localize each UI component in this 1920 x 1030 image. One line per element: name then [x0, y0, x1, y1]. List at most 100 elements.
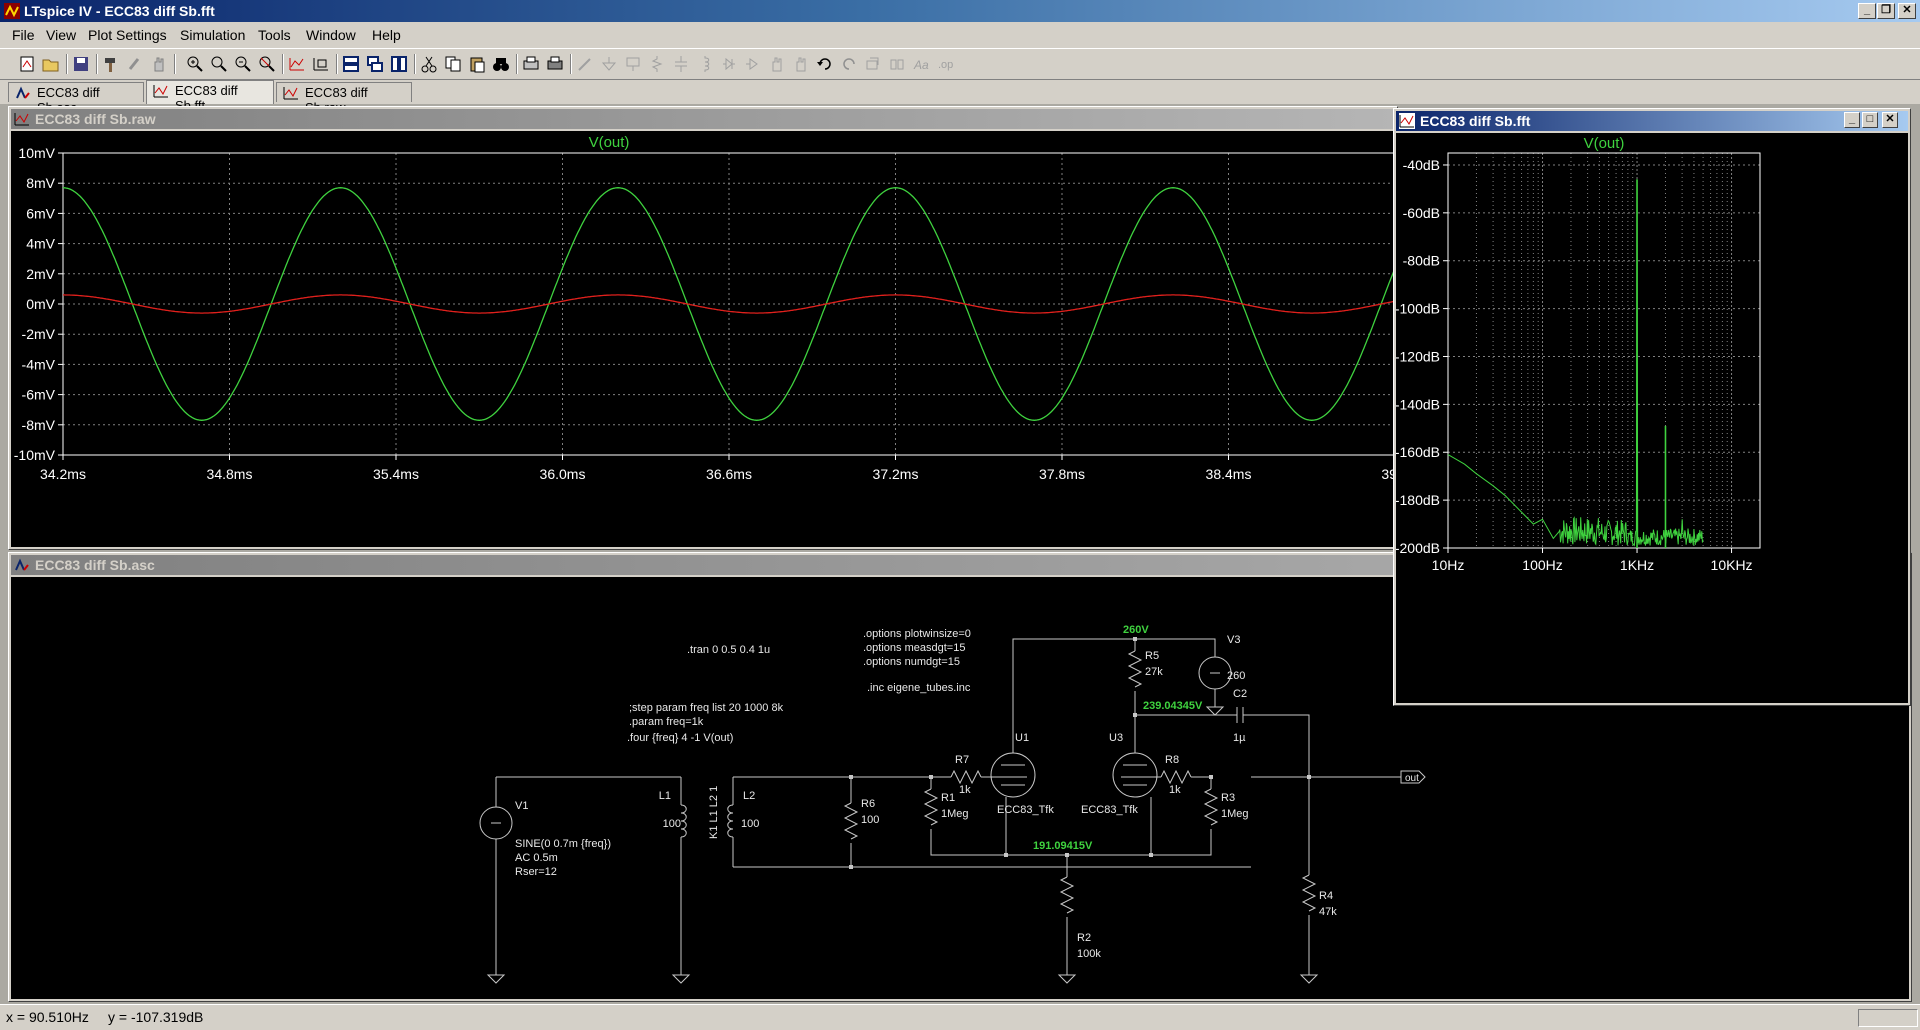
halt-hand-icon[interactable] [150, 55, 168, 73]
spice-directive-icon[interactable]: .op [936, 55, 954, 73]
menu-help[interactable]: Help [372, 27, 401, 43]
directive-options-numdgt[interactable]: .options numdgt=15 [863, 656, 960, 668]
tab-asc[interactable]: ECC83 diff Sb.asc [8, 82, 144, 115]
net-voltage-plate[interactable]: 239.04345V [1143, 700, 1203, 712]
menu-file[interactable]: File [12, 27, 35, 43]
capacitor-icon[interactable] [672, 55, 690, 73]
menu-tools[interactable]: Tools [258, 27, 291, 43]
r4-name[interactable]: R4 [1319, 890, 1333, 902]
r4-value[interactable]: 47k [1319, 906, 1337, 918]
ground-icon[interactable] [600, 55, 618, 73]
r6-value[interactable]: 100 [861, 814, 879, 826]
tab-fft[interactable]: ECC83 diff Sb.fft [146, 80, 274, 113]
fft-plot-pane[interactable]: -40dB -60dB -80dB -100dB -120dB -140dB -160dB -… [1395, 133, 1908, 703]
copy-icon[interactable] [444, 55, 462, 73]
raw-plot-pane[interactable]: 10mV 8mV 6mV 4mV 2mV 0mV -2mV -4mV -6mV -8mV -10mV… [11, 131, 1409, 547]
menu-plot-settings[interactable]: Plot Settings [88, 27, 167, 43]
directive-step[interactable]: ;step param freq list 20 1000 8k [629, 702, 784, 714]
fft-maximize-button[interactable]: □ [1862, 112, 1878, 128]
net-voltage-260v[interactable]: 260V [1123, 624, 1149, 636]
menu-simulation[interactable]: Simulation [180, 27, 245, 43]
r3-name[interactable]: R3 [1221, 792, 1235, 804]
restore-button[interactable]: ❐ [1877, 3, 1895, 19]
save-icon[interactable] [72, 55, 90, 73]
print-icon[interactable] [546, 55, 564, 73]
r8-name[interactable]: R8 [1165, 754, 1179, 766]
l1-value[interactable]: 100 [663, 818, 681, 830]
fft-window-titlebar[interactable]: ECC83 diff Sb.fft _ □ ✕ [1396, 111, 1908, 131]
r5-name[interactable]: R5 [1145, 650, 1159, 662]
r7-value[interactable]: 1k [959, 784, 971, 796]
r3-value[interactable]: 1Meg [1221, 808, 1249, 820]
r2-value[interactable]: 100k [1077, 948, 1101, 960]
redo-icon[interactable] [840, 55, 858, 73]
resistor-icon[interactable] [648, 55, 666, 73]
c2-value[interactable]: 1µ [1233, 732, 1246, 744]
v1-name[interactable]: V1 [515, 800, 528, 812]
cut-icon[interactable] [420, 55, 438, 73]
pan-icon[interactable] [210, 55, 228, 73]
tile-horizontal-icon[interactable] [342, 55, 360, 73]
trace-label-vout[interactable]: V(out) [589, 134, 630, 151]
c2-name[interactable]: C2 [1233, 688, 1247, 700]
directive-tran[interactable]: .tran 0 0.5 0.4 1u [687, 644, 770, 656]
directive-inc[interactable]: .inc eigene_tubes.inc [867, 682, 971, 694]
u3-name[interactable]: U3 [1109, 732, 1123, 744]
print-preview-icon[interactable] [522, 55, 540, 73]
control-panel-hammer-icon[interactable] [102, 55, 120, 73]
transient-waveform-chart[interactable]: 10mV 8mV 6mV 4mV 2mV 0mV -2mV -4mV -6mV -8mV -10mV… [11, 131, 1409, 547]
raw-window-titlebar[interactable]: ECC83 diff Sb.raw [11, 109, 1395, 129]
tile-vertical-icon[interactable] [390, 55, 408, 73]
zoom-in-icon[interactable] [186, 55, 204, 73]
v1-ac[interactable]: AC 0.5m [515, 852, 558, 864]
find-binoculars-icon[interactable] [492, 55, 510, 73]
directive-param[interactable]: .param freq=1k [629, 716, 704, 728]
fft-spectrum-chart[interactable]: -40dB -60dB -80dB -100dB -120dB -140dB -160dB -… [1395, 133, 1908, 703]
drag-hand-icon[interactable] [792, 55, 810, 73]
l2-value[interactable]: 100 [741, 818, 759, 830]
l2-name[interactable]: L2 [743, 790, 755, 802]
directive-options-plotwinsize[interactable]: .options plotwinsize=0 [863, 628, 971, 640]
directive-four[interactable]: .four {freq} 4 -1 V(out) [627, 732, 733, 744]
menu-window[interactable]: Window [306, 27, 356, 43]
autorange-icon[interactable] [288, 55, 306, 73]
mirror-icon[interactable] [888, 55, 906, 73]
plot-settings-icon[interactable] [312, 55, 330, 73]
r6-name[interactable]: R6 [861, 798, 875, 810]
k1-coupling[interactable]: K1 L1 L2 1 [708, 786, 720, 839]
r5-value[interactable]: 27k [1145, 666, 1163, 678]
tab-raw[interactable]: ECC83 diff Sb.raw [276, 82, 412, 115]
directive-options-measdgt[interactable]: .options measdgt=15 [863, 642, 965, 654]
run-icon[interactable] [126, 55, 144, 73]
new-schematic-icon[interactable] [18, 55, 36, 73]
out-net-label[interactable]: out [1405, 773, 1419, 784]
u3-value[interactable]: ECC83_Tfk [1081, 804, 1138, 816]
r7-name[interactable]: R7 [955, 754, 969, 766]
open-folder-icon[interactable] [42, 55, 60, 73]
v1-value[interactable]: SINE(0 0.7m {freq}) [515, 838, 611, 850]
r8-value[interactable]: 1k [1169, 784, 1181, 796]
rotate-icon[interactable] [864, 55, 882, 73]
minimize-button[interactable]: _ [1858, 3, 1876, 19]
close-button[interactable]: ✕ [1898, 3, 1916, 19]
text-icon[interactable]: Aa [912, 55, 930, 73]
undo-icon[interactable] [816, 55, 834, 73]
fft-close-button[interactable]: ✕ [1882, 112, 1898, 128]
wire-pencil-icon[interactable] [576, 55, 594, 73]
v3-name[interactable]: V3 [1227, 634, 1240, 646]
cascade-icon[interactable] [366, 55, 384, 73]
net-voltage-cathode[interactable]: 191.09415V [1033, 840, 1093, 852]
v3-value[interactable]: 260 [1227, 670, 1245, 682]
component-icon[interactable] [744, 55, 762, 73]
r1-name[interactable]: R1 [941, 792, 955, 804]
label-net-icon[interactable] [624, 55, 642, 73]
diode-icon[interactable] [720, 55, 738, 73]
r2-name[interactable]: R2 [1077, 932, 1091, 944]
zoom-out-icon[interactable] [234, 55, 252, 73]
r1-value[interactable]: 1Meg [941, 808, 969, 820]
l1-name[interactable]: L1 [659, 790, 671, 802]
u1-value[interactable]: ECC83_Tfk [997, 804, 1054, 816]
v1-rser[interactable]: Rser=12 [515, 866, 557, 878]
menu-view[interactable]: View [46, 27, 76, 43]
u1-name[interactable]: U1 [1015, 732, 1029, 744]
